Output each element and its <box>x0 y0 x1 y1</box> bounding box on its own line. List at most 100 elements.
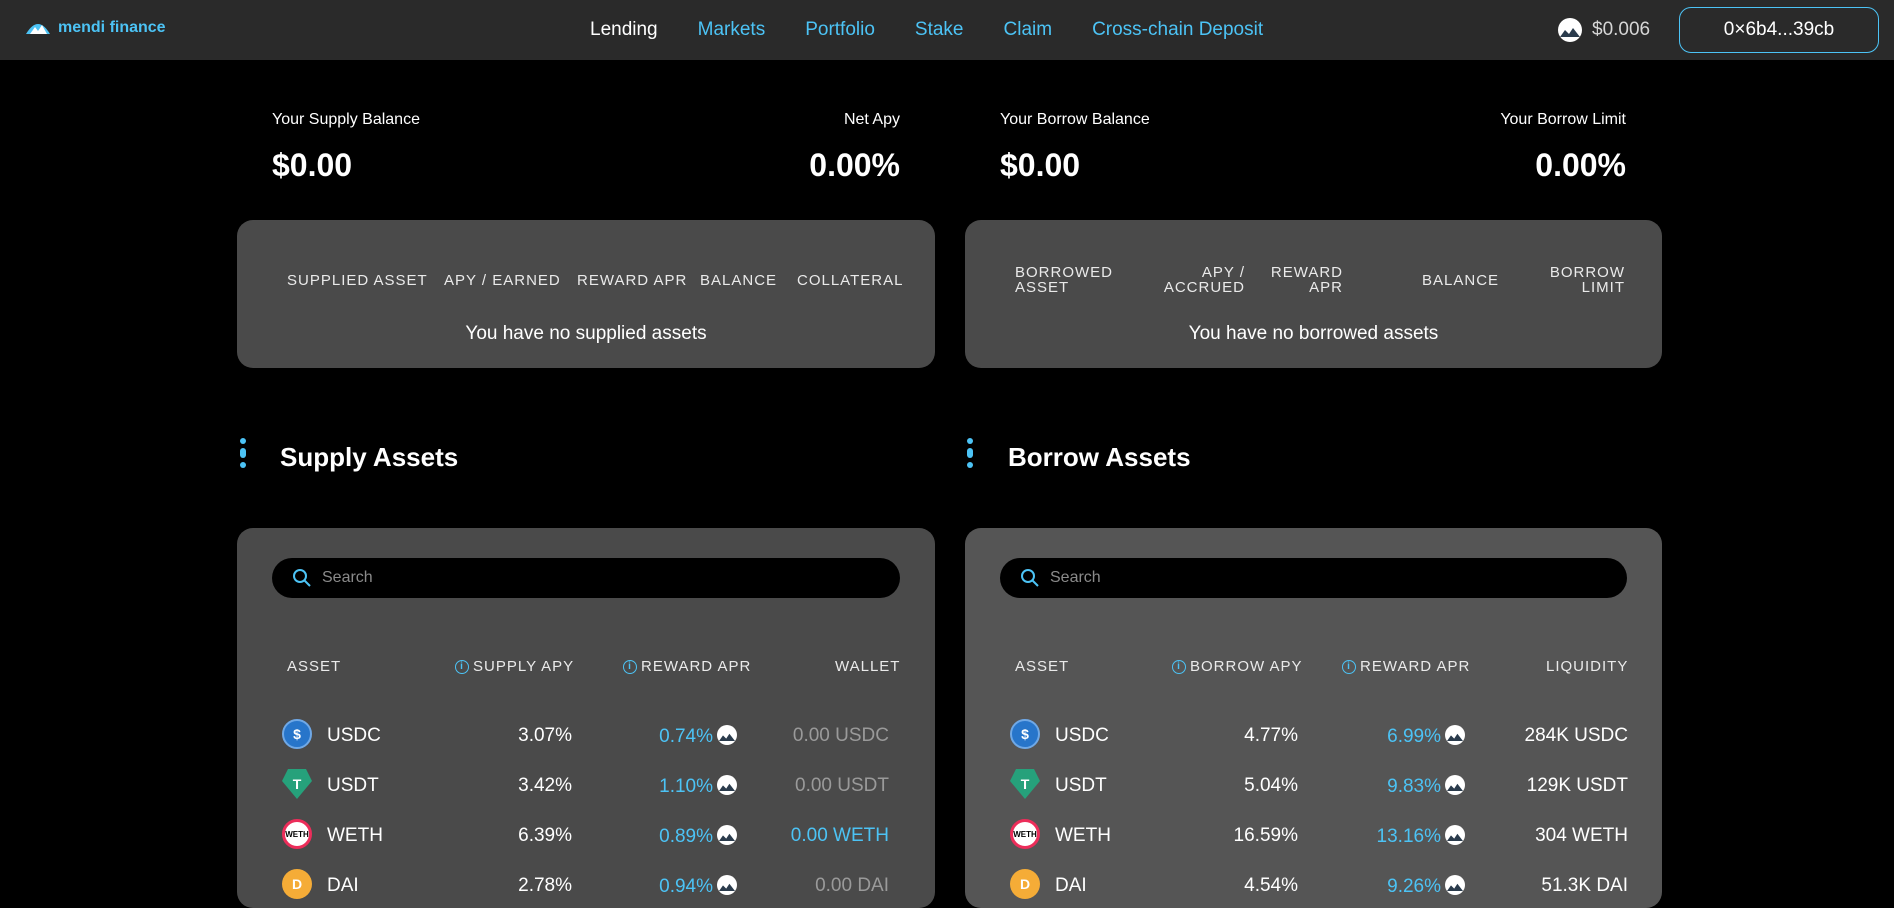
borrow-apy: 5.04% <box>1244 775 1298 796</box>
supply-assets-panel: ASSET i SUPPLY APY i REWARD APR WALLET $ U… <box>237 528 935 908</box>
reward-apr: 1.10% <box>617 775 737 798</box>
borrow-row-usdt[interactable]: T USDT 5.04% 9.83% 129K USDT <box>965 765 1662 805</box>
reward-apr-value: 9.83% <box>1387 776 1441 797</box>
asset-name: DAI <box>327 875 359 896</box>
supply-apy: 3.42% <box>518 775 572 796</box>
asset-name: USDT <box>327 775 379 796</box>
borrow-apy: 4.54% <box>1244 875 1298 896</box>
supply-apy: 2.78% <box>518 875 572 896</box>
reward-apr-value: 0.94% <box>659 876 713 897</box>
liquidity: 284K USDC <box>1524 725 1629 746</box>
token-price-value: $0.006 <box>1592 19 1651 40</box>
borrow-row-dai[interactable]: D DAI 4.54% 9.26% 51.3K DAI <box>965 865 1662 905</box>
col-supply-apy[interactable]: i SUPPLY APY <box>455 658 574 675</box>
usdt-icon: T <box>1010 769 1040 799</box>
col-asset: ASSET <box>1015 658 1069 675</box>
supply-row-dai[interactable]: D DAI 2.78% 0.94% 0.00 DAI <box>237 865 935 905</box>
col-borrow-apy-label: BORROW APY <box>1190 658 1303 675</box>
search-icon <box>1021 569 1039 587</box>
borrow-apy: 16.59% <box>1233 825 1298 846</box>
nav-claim[interactable]: Claim <box>1004 19 1053 41</box>
nav-portfolio[interactable]: Portfolio <box>805 19 875 41</box>
col-supplied-asset: SUPPLIED ASSET <box>287 272 428 289</box>
info-icon[interactable]: i <box>455 659 469 674</box>
nav-stake[interactable]: Stake <box>915 19 964 41</box>
col-wallet-label: WALLET <box>835 658 901 675</box>
reward-apr: 13.16% <box>1305 825 1465 848</box>
col-apy-accrued: APY / ACCRUED <box>1163 264 1245 296</box>
liquidity: 304 WETH <box>1535 825 1628 846</box>
col-apy-earned: APY / EARNED <box>444 272 561 289</box>
borrow-balance-value: $0.00 <box>1000 147 1081 183</box>
asset-name: WETH <box>1055 825 1111 846</box>
nav-markets[interactable]: Markets <box>698 19 766 41</box>
reward-apr: 0.74% <box>617 725 737 748</box>
col-collateral: COLLATERAL <box>797 272 904 289</box>
supply-balance-value: $0.00 <box>272 147 353 183</box>
reward-apr-value: 6.99% <box>1387 726 1441 747</box>
reward-apr: 0.94% <box>617 875 737 898</box>
nav-lending[interactable]: Lending <box>590 19 658 41</box>
col-supply-apy-label: SUPPLY APY <box>473 658 575 675</box>
supply-row-usdt[interactable]: T USDT 3.42% 1.10% 0.00 USDT <box>237 765 935 805</box>
borrow-row-usdc[interactable]: $ USDC 4.77% 6.99% 284K USDC <box>965 715 1662 755</box>
dai-icon: D <box>282 869 312 899</box>
asset-name: USDT <box>1055 775 1107 796</box>
supply-row-weth[interactable]: WETH WETH 6.39% 0.89% 0.00 WETH <box>237 815 935 855</box>
info-icon[interactable]: i <box>1172 659 1186 674</box>
usdc-icon: $ <box>282 719 312 749</box>
reward-apr-value: 0.89% <box>659 826 713 847</box>
supply-search-input[interactable] <box>322 569 825 587</box>
col-liquidity: LIQUIDITY <box>1546 658 1628 675</box>
reward-apr: 9.83% <box>1305 775 1465 798</box>
info-icon[interactable]: i <box>623 659 637 674</box>
supply-row-usdc[interactable]: $ USDC 3.07% 0.74% 0.00 USDC <box>237 715 935 755</box>
info-icon[interactable]: i <box>1342 659 1356 674</box>
weth-icon: WETH <box>1010 819 1040 849</box>
reward-apr-value: 1.10% <box>659 776 713 797</box>
borrow-search-input[interactable] <box>1050 569 1552 587</box>
nav-cross-chain-deposit[interactable]: Cross-chain Deposit <box>1092 19 1263 41</box>
col-borrowed-asset: BORROWED ASSET <box>1015 264 1113 296</box>
wallet-balance: 0.00 USDC <box>792 725 889 746</box>
col-reward-apr[interactable]: i REWARD APR <box>623 658 751 675</box>
mendi-token-icon <box>717 725 737 745</box>
reward-apr: 0.89% <box>617 825 737 848</box>
brand-logo[interactable]: mendi finance <box>24 18 166 38</box>
token-price: $0.006 <box>1558 18 1650 42</box>
col-asset: ASSET <box>287 658 341 675</box>
borrow-limit-label: Your Borrow Limit <box>1500 111 1626 128</box>
borrow-assets-title: Borrow Assets <box>1008 442 1191 472</box>
col-reward-apr-label: REWARD APR <box>641 658 752 675</box>
col-reward-apr[interactable]: i REWARD APR <box>1342 658 1470 675</box>
mendi-token-icon <box>1445 775 1465 795</box>
search-icon <box>293 569 311 587</box>
wallet-address-button[interactable]: 0×6b4...39cb <box>1679 7 1879 53</box>
mendi-token-icon <box>1445 875 1465 895</box>
mendi-token-icon <box>717 775 737 795</box>
supply-apy: 6.39% <box>518 825 572 846</box>
mendi-token-icon <box>717 875 737 895</box>
borrow-row-weth[interactable]: WETH WETH 16.59% 13.16% 304 WETH <box>965 815 1662 855</box>
mendi-token-icon <box>1445 725 1465 745</box>
usdt-icon: T <box>282 769 312 799</box>
col-reward-apr: REWARD APR <box>1270 264 1343 296</box>
no-borrowed-message: You have no borrowed assets <box>1188 323 1439 344</box>
brand-name: mendi finance <box>58 19 166 36</box>
col-asset-label: ASSET <box>1015 658 1070 675</box>
col-reward-apr-label: REWARD APR <box>1360 658 1471 675</box>
net-apy-label: Net Apy <box>843 111 900 128</box>
col-balance: BALANCE <box>1422 272 1500 289</box>
mendi-token-icon <box>1558 18 1582 42</box>
liquidity: 129K USDT <box>1526 775 1628 796</box>
col-borrow-limit: BORROW LIMIT <box>1549 264 1625 296</box>
reward-apr-value: 0.74% <box>659 726 713 747</box>
no-supplied-message: You have no supplied assets <box>465 323 707 344</box>
mendi-token-icon <box>1445 825 1465 845</box>
asset-name: DAI <box>1055 875 1087 896</box>
mendi-logo-icon <box>26 24 50 34</box>
supply-apy: 3.07% <box>518 725 572 746</box>
borrow-search-bar <box>1000 558 1627 598</box>
col-borrow-apy[interactable]: i BORROW APY <box>1172 658 1303 675</box>
top-nav-bar: mendi finance Lending Markets Portfolio … <box>0 0 1894 60</box>
